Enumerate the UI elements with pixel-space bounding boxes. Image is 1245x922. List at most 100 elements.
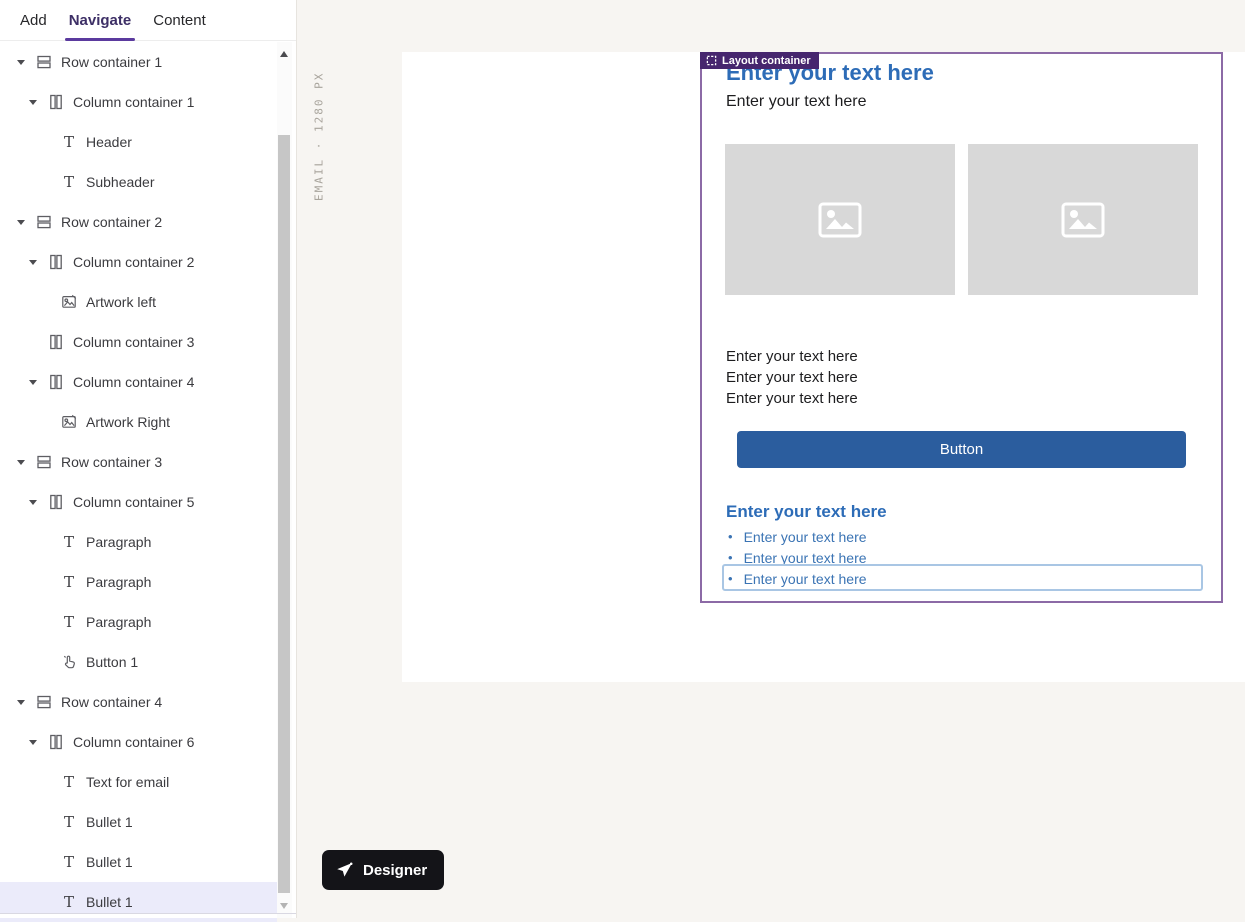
tree-item-header[interactable]: T Header <box>0 122 277 162</box>
bullet-item-text[interactable]: Enter your text here <box>744 529 867 545</box>
text-icon: T <box>60 853 78 871</box>
layout-container[interactable]: Layout container Enter your text here En… <box>700 52 1223 603</box>
tree-item-column-container-3[interactable]: Column container 3 <box>0 322 277 362</box>
tree-item-paragraph-2[interactable]: T Paragraph <box>0 562 277 602</box>
row-container-icon <box>35 693 53 711</box>
row-container-icon <box>35 213 53 231</box>
tree-item-artwork-left[interactable]: Artwork left <box>0 282 277 322</box>
tree-item-label: Bullet 1 <box>86 894 133 910</box>
email-subheader-text[interactable]: Enter your text here <box>726 93 867 111</box>
tree-item-label: Row container 1 <box>61 54 162 70</box>
tree-item-label: Header <box>86 134 132 150</box>
sidebar-scrollbar[interactable] <box>277 42 292 918</box>
caret-down-icon[interactable] <box>28 497 38 507</box>
button-click-icon <box>60 653 78 671</box>
column-container-icon <box>47 733 65 751</box>
scrollbar-thumb[interactable] <box>278 135 290 893</box>
bullet-list-title[interactable]: Enter your text here <box>726 502 887 522</box>
column-container-icon <box>47 333 65 351</box>
tree-item-label: Column container 4 <box>73 374 194 390</box>
email-paragraph-line[interactable]: Enter your text here <box>726 346 858 367</box>
caret-down-icon[interactable] <box>28 97 38 107</box>
sidebar-footer <box>0 914 277 918</box>
tree-item-row-container-1[interactable]: Row container 1 <box>0 42 277 82</box>
tree-item-label: Column container 2 <box>73 254 194 270</box>
column-container-icon <box>47 373 65 391</box>
designer-button[interactable]: Designer <box>322 850 444 890</box>
column-container-icon <box>47 493 65 511</box>
tab-content[interactable]: Content <box>153 0 206 41</box>
bullet-item-1[interactable]: • Enter your text here <box>728 526 867 547</box>
tree-item-label: Subheader <box>86 174 155 190</box>
image-placeholder-icon <box>1061 202 1105 238</box>
tree-item-text-for-email[interactable]: T Text for email <box>0 762 277 802</box>
caret-down-icon[interactable] <box>28 257 38 267</box>
artwork-image-icon <box>60 293 78 311</box>
tree-item-label: Column container 6 <box>73 734 194 750</box>
tree-item-row-container-2[interactable]: Row container 2 <box>0 202 277 242</box>
tab-add[interactable]: Add <box>20 0 47 41</box>
tree-item-column-container-1[interactable]: Column container 1 <box>0 82 277 122</box>
tree-item-button-1[interactable]: Button 1 <box>0 642 277 682</box>
paper-plane-icon <box>335 861 354 880</box>
bullet-dot: • <box>728 568 733 589</box>
tree-item-label: Column container 3 <box>73 334 194 350</box>
sidebar-tabbar: Add Navigate Content <box>0 0 296 41</box>
tree-item-label: Row container 3 <box>61 454 162 470</box>
bullet-item-text[interactable]: Enter your text here <box>744 571 867 587</box>
text-icon: T <box>60 813 78 831</box>
tree-item-column-container-2[interactable]: Column container 2 <box>0 242 277 282</box>
text-icon: T <box>60 613 78 631</box>
text-icon: T <box>60 173 78 191</box>
tree-item-label: Paragraph <box>86 574 151 590</box>
artwork-row <box>725 144 1198 295</box>
dashed-selection-icon <box>706 55 717 66</box>
email-width-ruler-label: EMAIL · 1280 PX <box>304 62 334 210</box>
text-icon: T <box>60 133 78 151</box>
tree-item-label: Row container 4 <box>61 694 162 710</box>
caret-down-icon[interactable] <box>16 57 26 67</box>
tree-item-row-container-4[interactable]: Row container 4 <box>0 682 277 722</box>
tree-item-artwork-right[interactable]: Artwork Right <box>0 402 277 442</box>
email-paragraph-line[interactable]: Enter your text here <box>726 388 858 409</box>
caret-down-icon[interactable] <box>16 217 26 227</box>
tree-item-bullet-1b[interactable]: T Bullet 1 <box>0 842 277 882</box>
text-icon: T <box>60 773 78 791</box>
tree-item-label: Column container 1 <box>73 94 194 110</box>
bullet-item-3-selected[interactable]: • Enter your text here <box>728 568 867 589</box>
caret-down-icon[interactable] <box>28 737 38 747</box>
tree-item-label: Text for email <box>86 774 169 790</box>
image-placeholder-icon <box>818 202 862 238</box>
tree-item-column-container-6[interactable]: Column container 6 <box>0 722 277 762</box>
badge-label: Layout container <box>722 55 811 67</box>
scroll-down-arrow-icon[interactable] <box>280 903 288 909</box>
tree-item-column-container-5[interactable]: Column container 5 <box>0 482 277 522</box>
scroll-up-arrow-icon[interactable] <box>280 51 288 57</box>
email-paragraph-line[interactable]: Enter your text here <box>726 367 858 388</box>
caret-down-icon[interactable] <box>28 377 38 387</box>
tree-item-subheader[interactable]: T Subheader <box>0 162 277 202</box>
email-button[interactable]: Button <box>737 431 1186 468</box>
tree-item-row-container-3[interactable]: Row container 3 <box>0 442 277 482</box>
tree-item-paragraph-1[interactable]: T Paragraph <box>0 522 277 562</box>
tab-navigate[interactable]: Navigate <box>69 0 132 41</box>
tree-item-label: Paragraph <box>86 614 151 630</box>
tree-item-label: Artwork left <box>86 294 156 310</box>
text-icon: T <box>60 573 78 591</box>
caret-placeholder <box>28 337 38 347</box>
column-container-icon <box>47 93 65 111</box>
row-container-icon <box>35 453 53 471</box>
email-paragraph-block[interactable]: Enter your text here Enter your text her… <box>726 346 858 409</box>
tree-item-label: Artwork Right <box>86 414 170 430</box>
artwork-left-placeholder[interactable] <box>725 144 955 295</box>
tree-item-label: Bullet 1 <box>86 814 133 830</box>
tree-item-column-container-4[interactable]: Column container 4 <box>0 362 277 402</box>
bullet-dot: • <box>728 526 733 547</box>
tree-item-bullet-1a[interactable]: T Bullet 1 <box>0 802 277 842</box>
layout-container-badge[interactable]: Layout container <box>700 52 819 69</box>
tree-item-paragraph-3[interactable]: T Paragraph <box>0 602 277 642</box>
caret-down-icon[interactable] <box>16 457 26 467</box>
tree-item-label: Bullet 1 <box>86 854 133 870</box>
caret-down-icon[interactable] <box>16 697 26 707</box>
artwork-right-placeholder[interactable] <box>968 144 1198 295</box>
